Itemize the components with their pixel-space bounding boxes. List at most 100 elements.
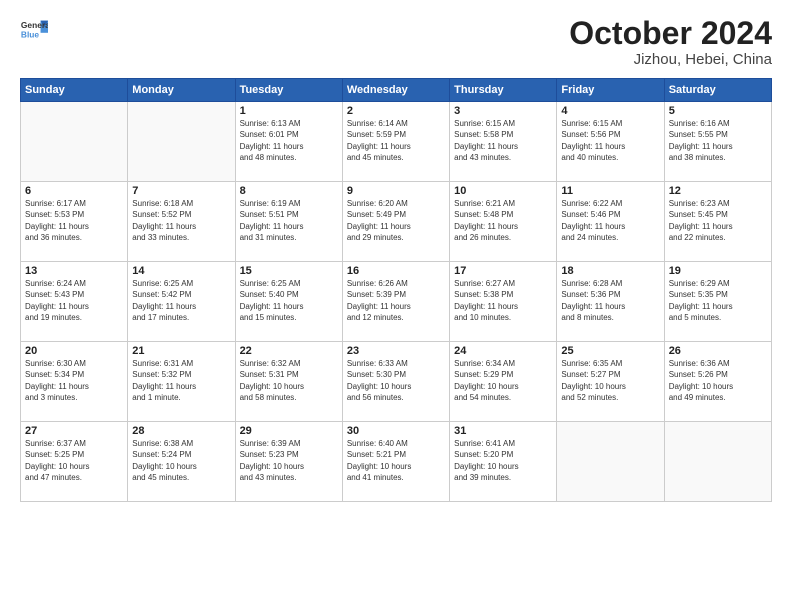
calendar-week-row: 27Sunrise: 6:37 AM Sunset: 5:25 PM Dayli…: [21, 422, 772, 502]
day-number: 16: [347, 265, 445, 277]
table-row: 18Sunrise: 6:28 AM Sunset: 5:36 PM Dayli…: [557, 262, 664, 342]
table-row: 19Sunrise: 6:29 AM Sunset: 5:35 PM Dayli…: [664, 262, 771, 342]
table-row: 8Sunrise: 6:19 AM Sunset: 5:51 PM Daylig…: [235, 182, 342, 262]
day-number: 21: [132, 345, 230, 357]
day-info: Sunrise: 6:38 AM Sunset: 5:24 PM Dayligh…: [132, 438, 230, 483]
day-number: 7: [132, 185, 230, 197]
table-row: [664, 422, 771, 502]
table-row: 3Sunrise: 6:15 AM Sunset: 5:58 PM Daylig…: [450, 102, 557, 182]
col-tuesday: Tuesday: [235, 79, 342, 102]
logo: General Blue: [20, 16, 48, 44]
day-info: Sunrise: 6:19 AM Sunset: 5:51 PM Dayligh…: [240, 198, 338, 243]
col-wednesday: Wednesday: [342, 79, 449, 102]
day-number: 24: [454, 345, 552, 357]
table-row: 13Sunrise: 6:24 AM Sunset: 5:43 PM Dayli…: [21, 262, 128, 342]
page-subtitle: Jizhou, Hebei, China: [569, 51, 772, 68]
day-number: 19: [669, 265, 767, 277]
col-monday: Monday: [128, 79, 235, 102]
table-row: 31Sunrise: 6:41 AM Sunset: 5:20 PM Dayli…: [450, 422, 557, 502]
page-title: October 2024: [569, 16, 772, 51]
day-number: 8: [240, 185, 338, 197]
table-row: 12Sunrise: 6:23 AM Sunset: 5:45 PM Dayli…: [664, 182, 771, 262]
day-info: Sunrise: 6:26 AM Sunset: 5:39 PM Dayligh…: [347, 278, 445, 323]
table-row: 29Sunrise: 6:39 AM Sunset: 5:23 PM Dayli…: [235, 422, 342, 502]
day-info: Sunrise: 6:32 AM Sunset: 5:31 PM Dayligh…: [240, 358, 338, 403]
day-info: Sunrise: 6:25 AM Sunset: 5:40 PM Dayligh…: [240, 278, 338, 323]
day-info: Sunrise: 6:40 AM Sunset: 5:21 PM Dayligh…: [347, 438, 445, 483]
day-number: 18: [561, 265, 659, 277]
day-info: Sunrise: 6:20 AM Sunset: 5:49 PM Dayligh…: [347, 198, 445, 243]
table-row: 1Sunrise: 6:13 AM Sunset: 6:01 PM Daylig…: [235, 102, 342, 182]
day-info: Sunrise: 6:15 AM Sunset: 5:56 PM Dayligh…: [561, 118, 659, 163]
table-row: 2Sunrise: 6:14 AM Sunset: 5:59 PM Daylig…: [342, 102, 449, 182]
day-number: 30: [347, 425, 445, 437]
table-row: 24Sunrise: 6:34 AM Sunset: 5:29 PM Dayli…: [450, 342, 557, 422]
day-info: Sunrise: 6:37 AM Sunset: 5:25 PM Dayligh…: [25, 438, 123, 483]
day-info: Sunrise: 6:35 AM Sunset: 5:27 PM Dayligh…: [561, 358, 659, 403]
table-row: 28Sunrise: 6:38 AM Sunset: 5:24 PM Dayli…: [128, 422, 235, 502]
logo-icon: General Blue: [20, 16, 48, 44]
day-info: Sunrise: 6:41 AM Sunset: 5:20 PM Dayligh…: [454, 438, 552, 483]
calendar-header-row: Sunday Monday Tuesday Wednesday Thursday…: [21, 79, 772, 102]
day-info: Sunrise: 6:18 AM Sunset: 5:52 PM Dayligh…: [132, 198, 230, 243]
day-info: Sunrise: 6:31 AM Sunset: 5:32 PM Dayligh…: [132, 358, 230, 403]
day-number: 28: [132, 425, 230, 437]
day-info: Sunrise: 6:15 AM Sunset: 5:58 PM Dayligh…: [454, 118, 552, 163]
day-info: Sunrise: 6:16 AM Sunset: 5:55 PM Dayligh…: [669, 118, 767, 163]
table-row: 20Sunrise: 6:30 AM Sunset: 5:34 PM Dayli…: [21, 342, 128, 422]
col-saturday: Saturday: [664, 79, 771, 102]
table-row: 26Sunrise: 6:36 AM Sunset: 5:26 PM Dayli…: [664, 342, 771, 422]
table-row: 6Sunrise: 6:17 AM Sunset: 5:53 PM Daylig…: [21, 182, 128, 262]
day-number: 31: [454, 425, 552, 437]
table-row: [557, 422, 664, 502]
page: General Blue October 2024 Jizhou, Hebei,…: [0, 0, 792, 612]
table-row: 27Sunrise: 6:37 AM Sunset: 5:25 PM Dayli…: [21, 422, 128, 502]
table-row: 25Sunrise: 6:35 AM Sunset: 5:27 PM Dayli…: [557, 342, 664, 422]
day-info: Sunrise: 6:22 AM Sunset: 5:46 PM Dayligh…: [561, 198, 659, 243]
day-info: Sunrise: 6:21 AM Sunset: 5:48 PM Dayligh…: [454, 198, 552, 243]
day-info: Sunrise: 6:24 AM Sunset: 5:43 PM Dayligh…: [25, 278, 123, 323]
day-number: 11: [561, 185, 659, 197]
day-info: Sunrise: 6:14 AM Sunset: 5:59 PM Dayligh…: [347, 118, 445, 163]
table-row: 10Sunrise: 6:21 AM Sunset: 5:48 PM Dayli…: [450, 182, 557, 262]
day-number: 14: [132, 265, 230, 277]
day-info: Sunrise: 6:39 AM Sunset: 5:23 PM Dayligh…: [240, 438, 338, 483]
day-number: 1: [240, 105, 338, 117]
col-thursday: Thursday: [450, 79, 557, 102]
table-row: 30Sunrise: 6:40 AM Sunset: 5:21 PM Dayli…: [342, 422, 449, 502]
calendar-week-row: 6Sunrise: 6:17 AM Sunset: 5:53 PM Daylig…: [21, 182, 772, 262]
day-number: 2: [347, 105, 445, 117]
day-info: Sunrise: 6:13 AM Sunset: 6:01 PM Dayligh…: [240, 118, 338, 163]
day-info: Sunrise: 6:29 AM Sunset: 5:35 PM Dayligh…: [669, 278, 767, 323]
day-info: Sunrise: 6:36 AM Sunset: 5:26 PM Dayligh…: [669, 358, 767, 403]
table-row: 15Sunrise: 6:25 AM Sunset: 5:40 PM Dayli…: [235, 262, 342, 342]
day-info: Sunrise: 6:28 AM Sunset: 5:36 PM Dayligh…: [561, 278, 659, 323]
table-row: 7Sunrise: 6:18 AM Sunset: 5:52 PM Daylig…: [128, 182, 235, 262]
day-number: 3: [454, 105, 552, 117]
day-info: Sunrise: 6:17 AM Sunset: 5:53 PM Dayligh…: [25, 198, 123, 243]
calendar-week-row: 1Sunrise: 6:13 AM Sunset: 6:01 PM Daylig…: [21, 102, 772, 182]
day-number: 6: [25, 185, 123, 197]
day-number: 25: [561, 345, 659, 357]
calendar: Sunday Monday Tuesday Wednesday Thursday…: [20, 78, 772, 502]
table-row: 22Sunrise: 6:32 AM Sunset: 5:31 PM Dayli…: [235, 342, 342, 422]
table-row: 17Sunrise: 6:27 AM Sunset: 5:38 PM Dayli…: [450, 262, 557, 342]
table-row: 16Sunrise: 6:26 AM Sunset: 5:39 PM Dayli…: [342, 262, 449, 342]
table-row: 4Sunrise: 6:15 AM Sunset: 5:56 PM Daylig…: [557, 102, 664, 182]
header: General Blue October 2024 Jizhou, Hebei,…: [20, 16, 772, 68]
svg-text:Blue: Blue: [21, 29, 39, 39]
table-row: 5Sunrise: 6:16 AM Sunset: 5:55 PM Daylig…: [664, 102, 771, 182]
day-info: Sunrise: 6:23 AM Sunset: 5:45 PM Dayligh…: [669, 198, 767, 243]
day-number: 27: [25, 425, 123, 437]
calendar-week-row: 13Sunrise: 6:24 AM Sunset: 5:43 PM Dayli…: [21, 262, 772, 342]
calendar-week-row: 20Sunrise: 6:30 AM Sunset: 5:34 PM Dayli…: [21, 342, 772, 422]
day-number: 9: [347, 185, 445, 197]
day-number: 23: [347, 345, 445, 357]
table-row: 21Sunrise: 6:31 AM Sunset: 5:32 PM Dayli…: [128, 342, 235, 422]
title-block: October 2024 Jizhou, Hebei, China: [569, 16, 772, 68]
day-number: 26: [669, 345, 767, 357]
day-number: 29: [240, 425, 338, 437]
table-row: 11Sunrise: 6:22 AM Sunset: 5:46 PM Dayli…: [557, 182, 664, 262]
table-row: 23Sunrise: 6:33 AM Sunset: 5:30 PM Dayli…: [342, 342, 449, 422]
col-sunday: Sunday: [21, 79, 128, 102]
